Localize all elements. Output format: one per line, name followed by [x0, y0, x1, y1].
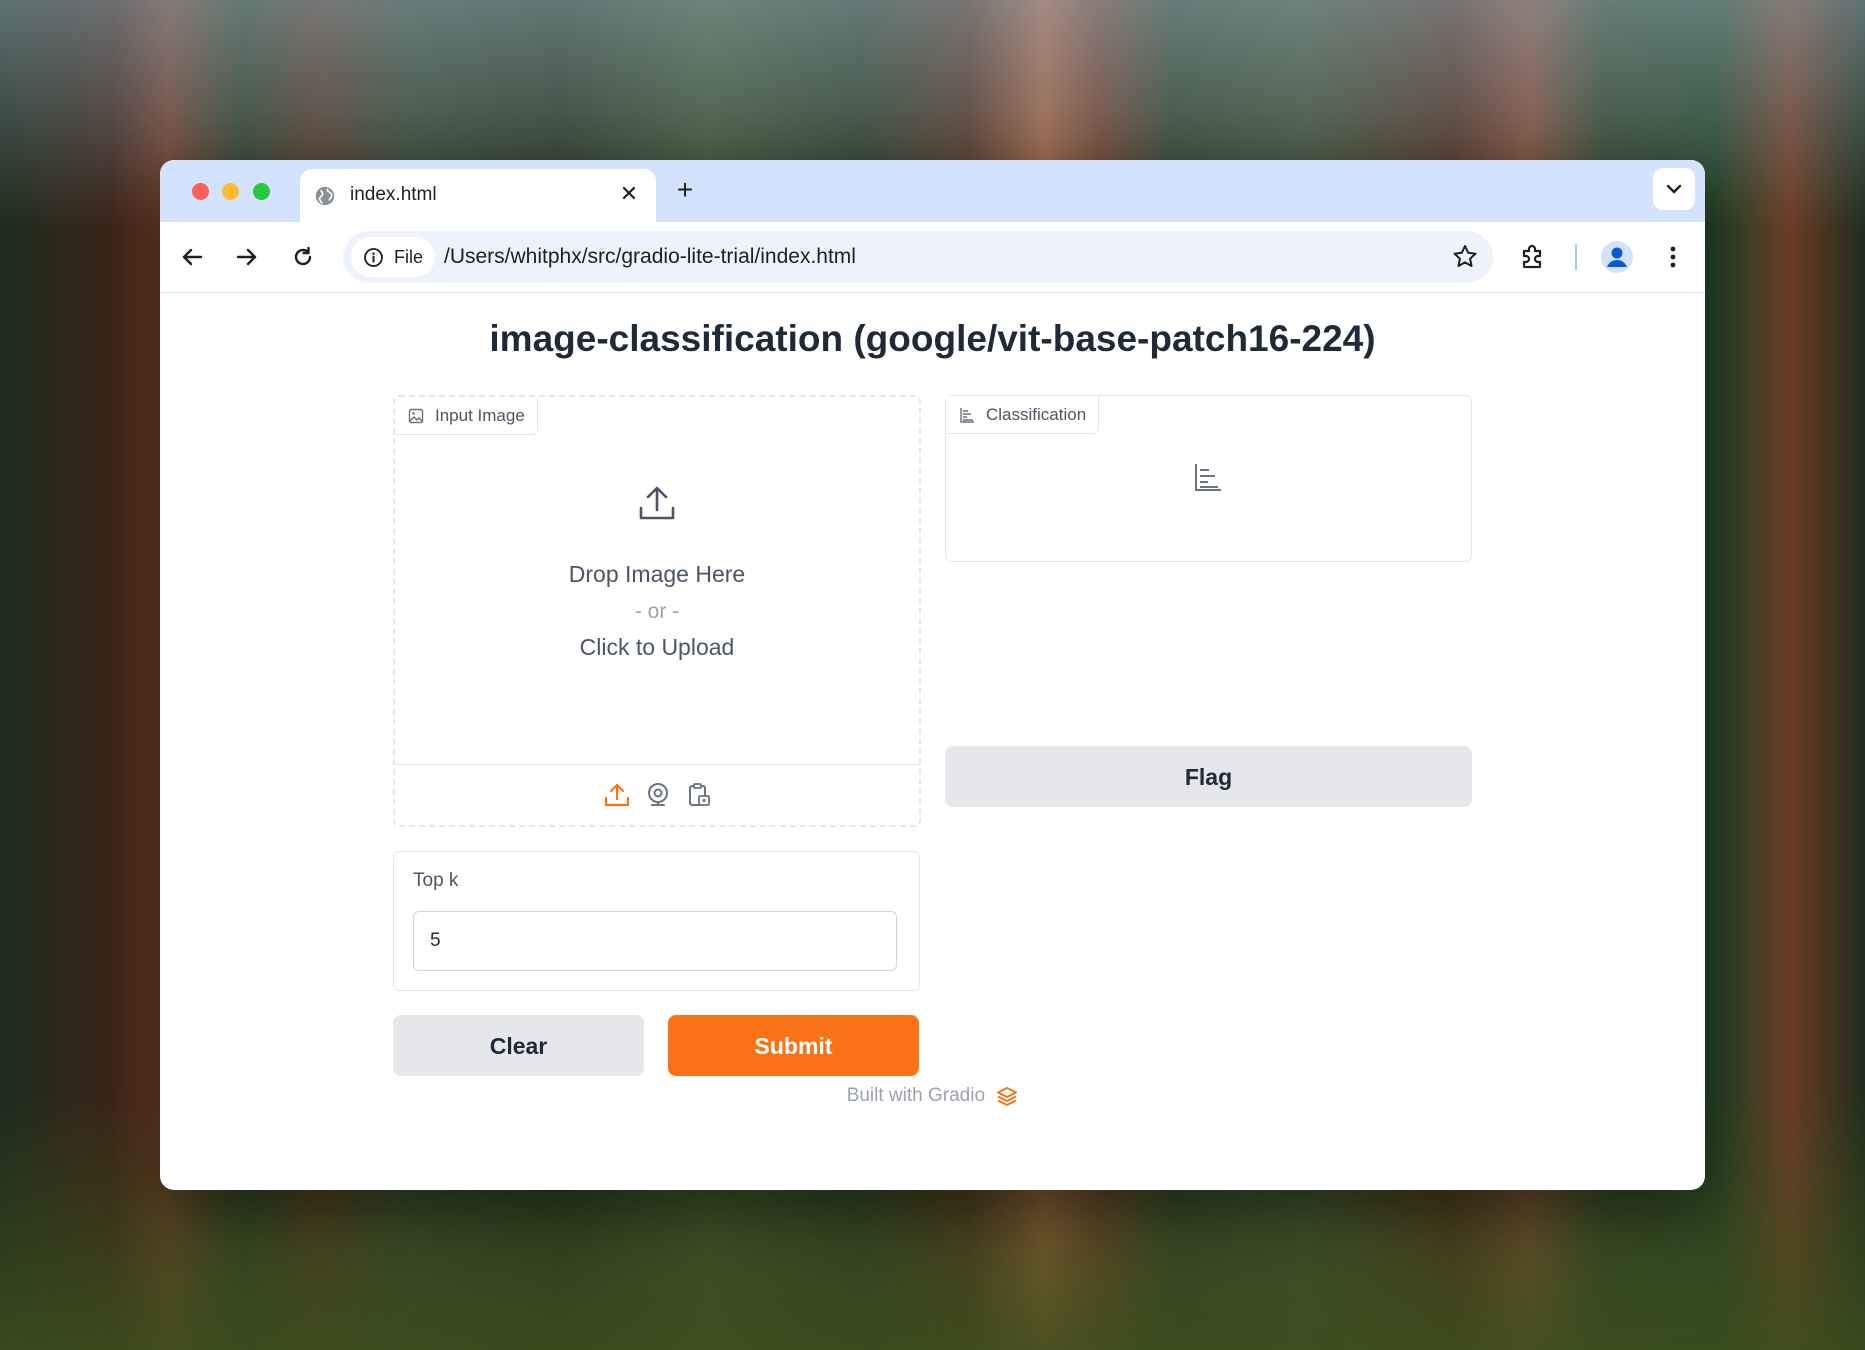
more-vertical-icon[interactable]: [1658, 242, 1688, 272]
page-content: image-classification (google/vit-base-pa…: [160, 293, 1705, 1190]
or-separator: - or -: [634, 600, 680, 623]
minimize-window-button[interactable]: [222, 183, 239, 200]
top-k-label: Top k: [413, 870, 459, 891]
extensions-puzzle-icon[interactable]: [1518, 242, 1548, 272]
reload-icon[interactable]: [288, 242, 318, 272]
bookmark-star-icon[interactable]: [1451, 243, 1479, 271]
upload-source-icon[interactable]: [603, 781, 631, 809]
close-window-button[interactable]: [192, 183, 209, 200]
built-with-gradio-link[interactable]: Built with Gradio: [847, 1085, 985, 1106]
globe-icon: [315, 186, 335, 206]
close-tab-icon[interactable]: ✕: [616, 181, 642, 207]
url-text[interactable]: /Users/whitphx/src/gradio-lite-trial/ind…: [444, 245, 856, 269]
classification-block: Classification: [945, 395, 1472, 562]
top-k-input[interactable]: [413, 911, 897, 971]
top-k-block: Top k: [393, 851, 920, 991]
image-upload-dropzone[interactable]: Drop Image Here - or - Click to Upload: [395, 434, 919, 761]
input-image-label: Input Image: [395, 397, 538, 435]
chevron-down-icon: [1666, 184, 1682, 194]
clear-button[interactable]: Clear: [393, 1015, 644, 1076]
maximize-window-button[interactable]: [253, 183, 270, 200]
empty-label-chart-icon: [1195, 464, 1221, 491]
flag-button[interactable]: Flag: [945, 746, 1472, 807]
submit-button[interactable]: Submit: [668, 1015, 919, 1076]
tab-title: index.html: [350, 184, 437, 205]
profile-avatar-icon[interactable]: [1600, 240, 1634, 274]
toolbar-divider: [1575, 244, 1577, 270]
site-info-chip[interactable]: File: [351, 237, 435, 277]
drop-image-text: Drop Image Here: [568, 561, 746, 587]
forward-arrow-icon[interactable]: [232, 242, 262, 272]
browser-tab[interactable]: index.html ✕: [300, 169, 656, 222]
webcam-icon[interactable]: [644, 781, 672, 809]
back-arrow-icon[interactable]: [177, 242, 207, 272]
tab-search-button[interactable]: [1653, 168, 1695, 210]
address-bar[interactable]: File /Users/whitphx/src/gradio-lite-tria…: [343, 231, 1493, 283]
upload-icon: [639, 486, 675, 520]
image-source-selector: [395, 764, 919, 825]
clipboard-icon[interactable]: [685, 781, 713, 809]
bar-chart-icon: [960, 408, 974, 423]
input-image-block: Input Image Drop Image Here - or - Click…: [393, 395, 921, 827]
security-label: File: [394, 247, 424, 267]
browser-window: index.html ✕ + File /Users/whitphx/src/g…: [160, 160, 1705, 1190]
click-to-upload-text: Click to Upload: [579, 634, 735, 660]
classification-label: Classification: [946, 396, 1100, 434]
browser-toolbar: File /Users/whitphx/src/gradio-lite-tria…: [160, 222, 1705, 293]
new-tab-icon[interactable]: +: [670, 176, 700, 206]
info-icon: [364, 248, 383, 267]
footer: Built with Gradio: [160, 1085, 1705, 1107]
tab-bar: index.html ✕ +: [160, 160, 1705, 222]
gradio-logo-icon: [997, 1087, 1018, 1106]
image-icon: [408, 408, 424, 424]
page-title: image-classification (google/vit-base-pa…: [489, 318, 1376, 359]
